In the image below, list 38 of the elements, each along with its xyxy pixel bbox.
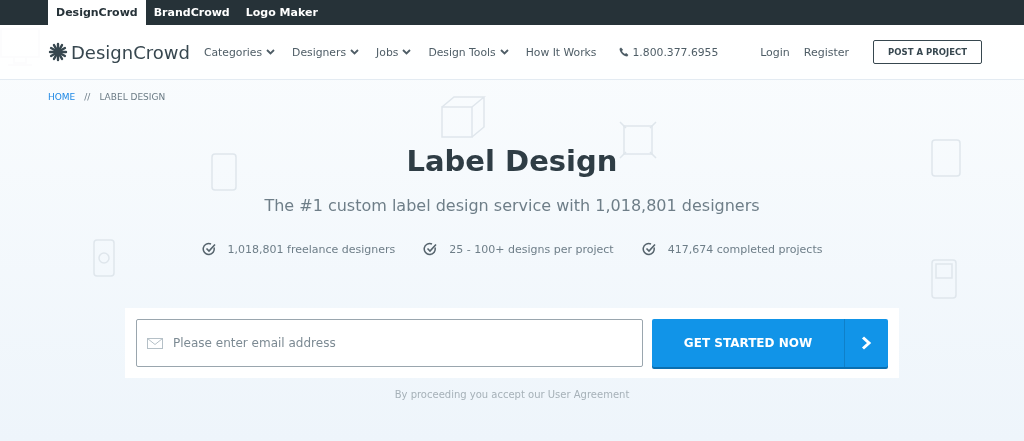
site-tab[interactable]: DesignCrowd <box>48 0 146 25</box>
login-link[interactable]: Login <box>760 45 790 59</box>
nav-link[interactable]: Categories <box>203 45 276 59</box>
cube-icon <box>440 95 486 139</box>
page-subtitle: The #1 custom label design service with 1,018,801 designers <box>264 196 760 215</box>
feature-text: 25 - 100+ designs per project <box>449 242 614 256</box>
email-field[interactable]: Please enter email address <box>136 319 643 367</box>
agreement-note: By proceeding you accept our User Agreement <box>394 389 630 400</box>
chevron-right-icon <box>861 336 872 350</box>
site-tab[interactable]: BrandCrowd <box>145 0 238 25</box>
frame-icon <box>618 120 658 160</box>
chevron-down-icon <box>402 49 412 55</box>
breadcrumb-text: // <box>84 92 91 102</box>
check-circle-icon <box>641 242 656 256</box>
nav-link[interactable]: How It Works <box>525 45 597 59</box>
phone-number: 1.800.377.6955 <box>632 45 719 59</box>
check-circle-icon <box>423 242 438 256</box>
chevron-down-icon <box>350 49 360 55</box>
logo-icon <box>48 42 68 62</box>
breadcrumb-text: LABEL DESIGN <box>99 92 166 102</box>
feature-text: 1,018,801 freelance designers <box>227 242 396 256</box>
check-circle-icon <box>201 242 216 256</box>
nav-link[interactable]: Design Tools <box>428 45 509 59</box>
post-project-button[interactable]: POST A PROJECT <box>873 40 982 64</box>
chevron-down-icon <box>266 49 276 55</box>
register-link[interactable]: Register <box>803 45 850 59</box>
site-tab[interactable]: Logo Maker <box>237 0 326 25</box>
breadcrumb-link[interactable]: HOME <box>48 92 76 102</box>
logo-text: DesignCrowd <box>71 41 190 63</box>
tablet-icon <box>210 152 238 192</box>
phone-icon <box>618 47 629 57</box>
document-icon <box>930 138 962 178</box>
page-title: Label Design <box>406 144 618 178</box>
nav-link[interactable]: Jobs <box>376 45 412 59</box>
feature-text: 417,674 completed projects <box>667 242 823 256</box>
nav-link[interactable]: Designers <box>292 45 360 59</box>
envelope-icon <box>147 338 163 349</box>
chevron-down-icon <box>499 49 509 55</box>
